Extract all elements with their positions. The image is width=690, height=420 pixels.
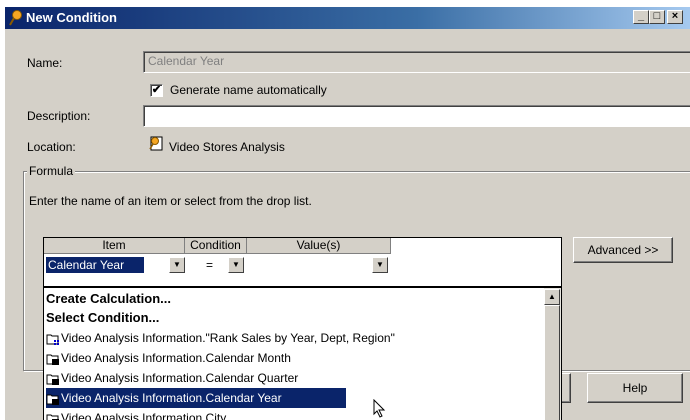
item-dropdown-button[interactable]: ▼ — [169, 257, 185, 273]
column-header-condition: Condition — [185, 238, 247, 254]
name-field[interactable]: Calendar Year — [143, 51, 690, 73]
column-header-item: Item — [44, 238, 185, 254]
location-value: Video Stores Analysis — [169, 140, 285, 154]
calculation-item-icon — [46, 334, 59, 345]
dropdown-item-label: Video Analysis Information.Calendar Year — [61, 391, 282, 405]
advanced-button[interactable]: Advanced >> — [573, 237, 673, 263]
formula-grid: Item Condition Value(s) Calendar Year ▼ … — [43, 237, 562, 287]
window-title: New Condition — [26, 10, 117, 25]
mouse-cursor-icon — [373, 399, 386, 418]
generate-name-label[interactable]: Generate name automatically — [170, 83, 327, 97]
dropdown-item-city[interactable]: Video Analysis Information.City — [46, 408, 541, 420]
column-header-values: Value(s) — [247, 238, 391, 254]
dropdown-item-label: Video Analysis Information.City — [61, 411, 227, 420]
dropdown-create-calculation[interactable]: Create Calculation... — [46, 289, 541, 309]
dropdown-item-label: Video Analysis Information.Calendar Quar… — [61, 371, 299, 385]
business-area-icon — [149, 136, 163, 151]
item-folder-icon — [46, 394, 59, 405]
name-label-text: Name: — [27, 56, 63, 70]
value-dropdown-button[interactable]: ▼ — [372, 257, 388, 273]
minimize-button[interactable]: _ — [633, 10, 649, 24]
dropdown-item-calendar-year[interactable]: Video Analysis Information.Calendar Year — [46, 388, 346, 408]
help-button[interactable]: Help — [587, 373, 683, 403]
dropdown-item-label: Video Analysis Information.Calendar Mont… — [61, 351, 291, 365]
condition-operator[interactable]: = — [206, 257, 213, 273]
condition-pin-icon — [9, 10, 22, 26]
dropdown-item-label: Video Analysis Information."Rank Sales b… — [61, 331, 395, 345]
dropdown-item-calendar-month[interactable]: Video Analysis Information.Calendar Mont… — [46, 348, 541, 368]
condition-dropdown-button[interactable]: ▼ — [228, 257, 244, 273]
scroll-up-button[interactable]: ▲ — [544, 289, 560, 305]
scroll-thumb[interactable] — [544, 305, 560, 420]
dropdown-item-rank-sales[interactable]: Video Analysis Information."Rank Sales b… — [46, 328, 541, 348]
item-folder-icon — [46, 374, 59, 385]
formula-instructions: Enter the name of an item or select from… — [29, 194, 312, 208]
close-button[interactable]: × — [667, 10, 683, 24]
item-folder-icon — [46, 354, 59, 365]
dropdown-scrollbar[interactable]: ▲ — [544, 288, 561, 420]
advanced-button-label: Advanced >> — [587, 243, 659, 257]
description-label: Description: — [27, 109, 91, 123]
generate-name-checkbox[interactable]: ✔ — [150, 84, 163, 97]
value-field[interactable] — [250, 257, 350, 273]
item-folder-icon — [46, 414, 59, 420]
item-dropdown-list[interactable]: Create Calculation... Select Condition..… — [43, 287, 562, 420]
formula-legend: Formula — [27, 164, 76, 178]
name-label: Name: — [27, 56, 62, 70]
dropdown-item-calendar-quarter[interactable]: Video Analysis Information.Calendar Quar… — [46, 368, 541, 388]
dropdown-select-condition[interactable]: Select Condition... — [46, 308, 541, 328]
item-select[interactable]: Calendar Year — [46, 257, 144, 273]
help-button-label: Help — [622, 381, 648, 395]
maximize-button[interactable]: □ — [649, 10, 665, 24]
description-field[interactable] — [143, 105, 690, 127]
title-bar[interactable]: New Condition _ □ × — [5, 7, 690, 29]
new-condition-dialog: New Condition _ □ × Name: Calendar Year … — [4, 6, 690, 420]
location-label: Location: — [27, 140, 76, 154]
